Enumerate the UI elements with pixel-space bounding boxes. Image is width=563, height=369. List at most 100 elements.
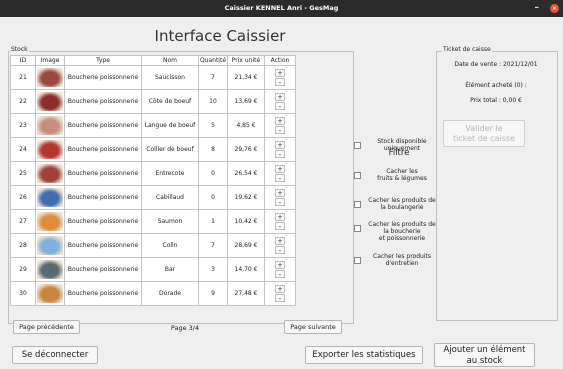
cell-type: Boucherie poissonnerie	[64, 233, 142, 258]
filter-boucherie[interactable]: Cacher les produits de la boucherie et p…	[354, 221, 442, 242]
increase-quantity-button[interactable]: +	[275, 117, 285, 125]
cell-action: + -	[264, 137, 296, 162]
collier-de-boeuf-image	[37, 140, 63, 159]
increase-quantity-button[interactable]: +	[275, 285, 285, 293]
cell-quantite: 7	[198, 233, 228, 258]
column-header-quantite[interactable]: Quantité	[198, 55, 228, 66]
filter-boulangerie[interactable]: Cacher les produits de la boulangerie	[354, 197, 442, 211]
column-header-id[interactable]: ID	[10, 55, 36, 66]
saucisson-image	[37, 68, 63, 87]
cell-type: Boucherie poissonnerie	[64, 281, 142, 306]
cell-quantite: 7	[198, 65, 228, 90]
filter-label: Cacher les produits d'entretien	[373, 253, 431, 267]
column-header-action[interactable]: Action	[264, 55, 296, 66]
checkbox[interactable]	[354, 225, 361, 232]
add-stock-item-button[interactable]: Ajouter un élément au stock	[434, 343, 535, 367]
stock-row[interactable]: 27 Boucherie poissonnerie Saumon 1 10,42 € + -	[10, 209, 296, 234]
increase-quantity-button[interactable]: +	[275, 213, 285, 221]
increase-quantity-button[interactable]: +	[275, 93, 285, 101]
filter-fruits-legumes[interactable]: Cacher les fruits & légumes	[354, 168, 442, 182]
cell-action: + -	[264, 89, 296, 114]
decrease-quantity-button[interactable]: -	[275, 78, 285, 86]
close-icon[interactable]: ×	[550, 4, 559, 13]
cell-nom: Collier de boeuf	[141, 137, 199, 162]
cell-quantite: 3	[198, 257, 228, 282]
decrease-quantity-button[interactable]: -	[275, 222, 285, 230]
checkbox[interactable]	[354, 172, 361, 179]
cell-id: 21	[10, 65, 36, 90]
validate-ticket-button[interactable]: Valider le ticket de caisse	[443, 120, 525, 147]
cell-prix: 26,54 €	[227, 161, 265, 186]
cell-prix: 4,85 €	[227, 113, 265, 138]
stock-row[interactable]: 21 Boucherie poissonnerie Saucisson 7 21,34 …	[10, 65, 296, 90]
cell-image	[35, 281, 65, 306]
stock-table: ID Image Type Nom Quantité Prix unité Ac…	[10, 55, 296, 306]
langue-de-boeuf-image	[37, 116, 63, 135]
column-header-type[interactable]: Type	[64, 55, 142, 66]
decrease-quantity-button[interactable]: -	[275, 126, 285, 134]
logout-button[interactable]: Se déconnecter	[12, 346, 98, 364]
cell-type: Boucherie poissonnerie	[64, 257, 142, 282]
filter-label: Cacher les produits de la boucherie et p…	[368, 221, 436, 242]
checkbox[interactable]	[354, 201, 361, 208]
cell-nom: Saumon	[141, 209, 199, 234]
decrease-quantity-button[interactable]: -	[275, 270, 285, 278]
cell-quantite: 0	[198, 185, 228, 210]
cell-quantite: 8	[198, 137, 228, 162]
cell-prix: 19,62 €	[227, 185, 265, 210]
entrecote-image	[37, 164, 63, 183]
stock-row[interactable]: 24 Boucherie poissonnerie Collier de boeuf…	[10, 137, 296, 162]
cell-type: Boucherie poissonnerie	[64, 161, 142, 186]
cell-quantite: 5	[198, 113, 228, 138]
stock-legend: Stock	[10, 46, 29, 53]
decrease-quantity-button[interactable]: -	[275, 102, 285, 110]
filter-label: Stock disponible uniquement	[377, 138, 427, 152]
cell-image	[35, 137, 65, 162]
title-bar: Caissier KENNEL Anri - GesMag – ×	[0, 0, 563, 17]
cell-nom: Bar	[141, 257, 199, 282]
export-statistics-button[interactable]: Exporter les statistiques	[305, 346, 423, 364]
column-header-nom[interactable]: Nom	[141, 55, 199, 66]
stock-row[interactable]: 28 Boucherie poissonnerie Colin 7 28,69 € + -	[10, 233, 296, 258]
decrease-quantity-button[interactable]: -	[275, 294, 285, 302]
stock-row[interactable]: 29 Boucherie poissonnerie Bar 3 14,70 € + -	[10, 257, 296, 282]
stock-row[interactable]: 26 Boucherie poissonnerie Cabillaud 0 19,62 …	[10, 185, 296, 210]
decrease-quantity-button[interactable]: -	[275, 150, 285, 158]
decrease-quantity-button[interactable]: -	[275, 198, 285, 206]
filter-entretien[interactable]: Cacher les produits d'entretien	[354, 253, 442, 267]
stock-row[interactable]: 22 Boucherie poissonnerie Côte de boeuf 10 1…	[10, 89, 296, 114]
increase-quantity-button[interactable]: +	[275, 141, 285, 149]
stock-row[interactable]: 30 Boucherie poissonnerie Dorade 9 27,48 € + -	[10, 281, 296, 306]
cell-id: 27	[10, 209, 36, 234]
increase-quantity-button[interactable]: +	[275, 261, 285, 269]
dorade-image	[37, 284, 63, 303]
increase-quantity-button[interactable]: +	[275, 237, 285, 245]
increase-quantity-button[interactable]: +	[275, 69, 285, 77]
cell-id: 26	[10, 185, 36, 210]
colin-image	[37, 236, 63, 255]
cell-type: Boucherie poissonnerie	[64, 185, 142, 210]
cell-prix: 21,34 €	[227, 65, 265, 90]
cell-action: + -	[264, 113, 296, 138]
cell-id: 24	[10, 137, 36, 162]
minimize-icon[interactable]: –	[535, 0, 540, 17]
bar-image	[37, 260, 63, 279]
cell-quantite: 0	[198, 161, 228, 186]
cell-prix: 29,76 €	[227, 137, 265, 162]
stock-row[interactable]: 25 Boucherie poissonnerie Entrecote 0 26,54 …	[10, 161, 296, 186]
next-page-button[interactable]: Page suivante	[284, 320, 342, 334]
checkbox[interactable]	[354, 257, 361, 264]
decrease-quantity-button[interactable]: -	[275, 174, 285, 182]
previous-page-button[interactable]: Page précédente	[13, 320, 80, 334]
filter-stock-disponible[interactable]: Stock disponible uniquement	[354, 138, 442, 152]
increase-quantity-button[interactable]: +	[275, 189, 285, 197]
column-header-prix[interactable]: Prix unité	[227, 55, 265, 66]
stock-row[interactable]: 23 Boucherie poissonnerie Langue de boeuf 5…	[10, 113, 296, 138]
increase-quantity-button[interactable]: +	[275, 165, 285, 173]
cell-type: Boucherie poissonnerie	[64, 209, 142, 234]
filter-label: Cacher les produits de la boulangerie	[368, 197, 436, 211]
column-header-image[interactable]: Image	[35, 55, 65, 66]
decrease-quantity-button[interactable]: -	[275, 246, 285, 254]
page-indicator: Page 3/4	[170, 324, 200, 332]
checkbox[interactable]	[354, 142, 361, 149]
